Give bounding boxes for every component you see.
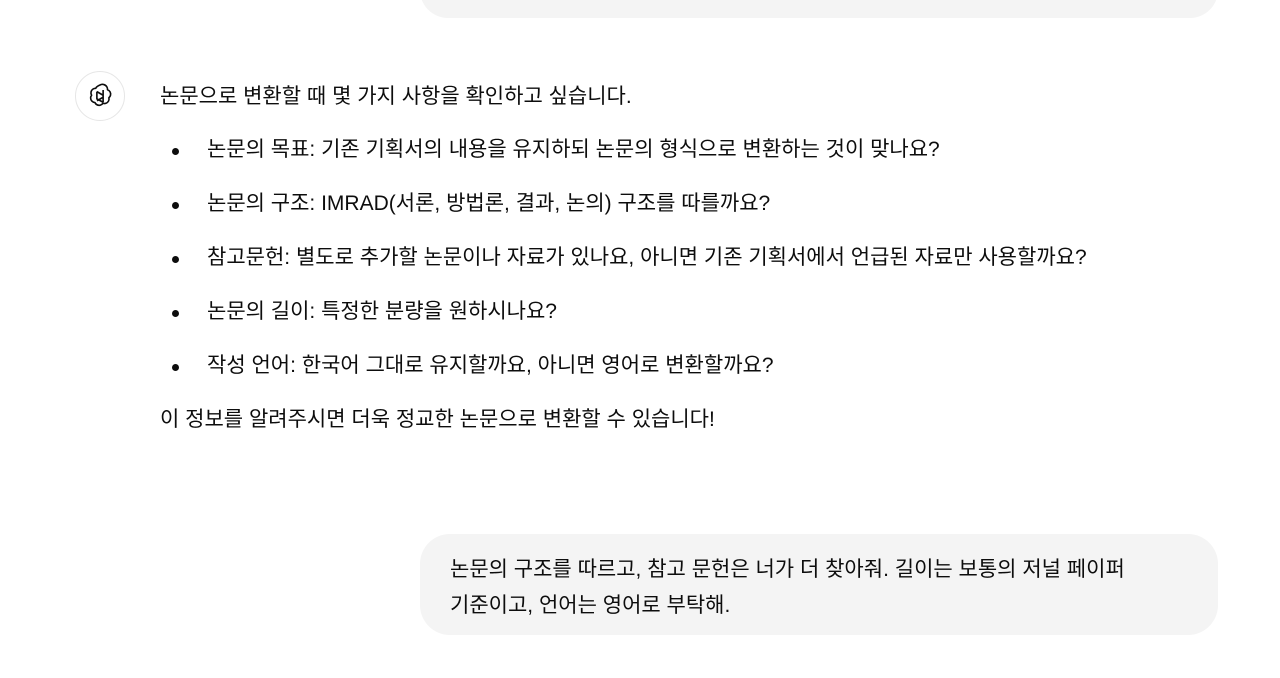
list-item-text: 작성 언어: 한국어 그대로 유지할까요, 아니면 영어로 변환할까요? — [207, 354, 774, 377]
assistant-outro-text: 이 정보를 알려주시면 더욱 정교한 논문으로 변환할 수 있습니다! — [160, 408, 715, 431]
list-item-text: 논문의 목표: 기존 기획서의 내용을 유지하되 논문의 형식으로 변환하는 것… — [207, 138, 940, 161]
previous-user-message-bubble — [420, 0, 1218, 18]
assistant-intro-text: 논문으로 변환할 때 몇 가지 사항을 확인하고 싶습니다. — [160, 85, 632, 108]
bullet-icon — [172, 364, 179, 371]
bullet-icon — [172, 148, 179, 155]
list-item: 작성 언어: 한국어 그대로 유지할까요, 아니면 영어로 변환할까요? — [160, 351, 1220, 381]
list-item: 참고문헌: 별도로 추가할 논문이나 자료가 있나요, 아니면 기존 기획서에서… — [160, 243, 1220, 273]
list-item: 논문의 길이: 특정한 분량을 원하시나요? — [160, 297, 1220, 327]
bullet-icon — [172, 202, 179, 209]
list-item-text: 논문의 구조: IMRAD(서론, 방법론, 결과, 논의) 구조를 따를까요? — [207, 192, 771, 215]
openai-logo-icon — [89, 83, 112, 107]
user-message-line: 논문의 구조를 따르고, 참고 문헌은 너가 더 찾아줘. 길이는 보통의 저널… — [450, 558, 1125, 581]
list-item: 논문의 구조: IMRAD(서론, 방법론, 결과, 논의) 구조를 따를까요? — [160, 189, 1220, 219]
list-item-text: 논문의 길이: 특정한 분량을 원하시나요? — [207, 300, 557, 323]
list-item: 논문의 목표: 기존 기획서의 내용을 유지하되 논문의 형식으로 변환하는 것… — [160, 135, 1220, 165]
bullet-icon — [172, 256, 179, 263]
bullet-icon — [172, 310, 179, 317]
list-item-text: 참고문헌: 별도로 추가할 논문이나 자료가 있나요, 아니면 기존 기획서에서… — [207, 246, 1087, 269]
question-list: 논문의 목표: 기존 기획서의 내용을 유지하되 논문의 형식으로 변환하는 것… — [160, 135, 1220, 381]
user-message-line: 기준이고, 언어는 영어로 부탁해. — [450, 594, 731, 617]
assistant-avatar — [75, 71, 125, 121]
assistant-message: 논문으로 변환할 때 몇 가지 사항을 확인하고 싶습니다. 논문의 목표: 기… — [160, 82, 1220, 435]
user-message-bubble: 논문의 구조를 따르고, 참고 문헌은 너가 더 찾아줘. 길이는 보통의 저널… — [420, 534, 1218, 635]
